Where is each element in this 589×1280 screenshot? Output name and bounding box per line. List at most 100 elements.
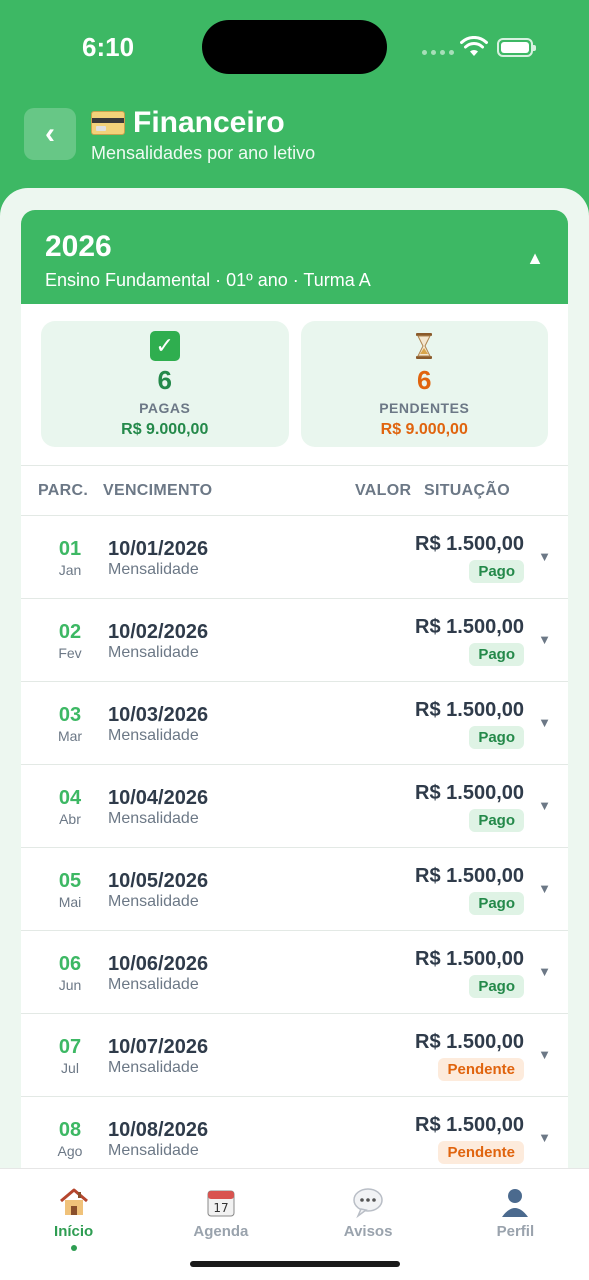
status-badge: Pendente	[438, 1058, 524, 1081]
expand-triangle-icon[interactable]: ▼	[538, 1047, 551, 1062]
due-date: 10/04/2026	[108, 787, 209, 809]
status-badge: Pago	[469, 643, 524, 666]
expand-triangle-icon[interactable]: ▼	[538, 549, 551, 564]
pending-label: PENDENTES	[379, 400, 470, 416]
calendar-icon: 17	[207, 1190, 235, 1217]
check-icon: ✓	[149, 331, 180, 361]
expand-triangle-icon[interactable]: ▼	[538, 715, 551, 730]
installment-month: Jul	[61, 1060, 79, 1076]
installment-type: Mensalidade	[108, 976, 199, 993]
installment-value: R$ 1.500,00	[415, 865, 524, 887]
status-badge: Pago	[469, 892, 524, 915]
status-badge: Pago	[469, 560, 524, 583]
due-date: 10/05/2026	[108, 870, 209, 892]
installment-type: Mensalidade	[108, 644, 199, 661]
installment-row[interactable]: 01 Jan 10/01/2026 Mensalidade R$ 1.500,00 Pag…	[21, 516, 568, 599]
installment-month: Jun	[58, 977, 82, 993]
tab-label: Agenda	[193, 1223, 249, 1240]
installment-number: 02	[58, 621, 82, 643]
tab-perfil[interactable]: Perfil	[442, 1169, 589, 1280]
installment-value: R$ 1.500,00	[415, 533, 524, 555]
installment-row[interactable]: 05 Mai 10/05/2026 Mensalidade R$ 1.500,00 Pag…	[21, 848, 568, 931]
paid-amount: R$ 9.000,00	[121, 421, 209, 438]
installment-row[interactable]: 04 Abr 10/04/2026 Mensalidade R$ 1.500,00 Pag…	[21, 765, 568, 848]
due-date: 10/03/2026	[108, 704, 209, 726]
page-title-text: Financeiro	[133, 106, 285, 139]
hourglass-icon	[416, 333, 433, 359]
due-date: 10/07/2026	[108, 1036, 209, 1058]
back-button[interactable]: ‹	[24, 108, 76, 160]
installment-value: R$ 1.500,00	[415, 782, 524, 804]
status-time: 6:10	[82, 32, 135, 62]
installment-value: R$ 1.500,00	[415, 948, 524, 970]
installments-list: 01 Jan 10/01/2026 Mensalidade R$ 1.500,00 Pag…	[21, 516, 568, 1180]
due-date: 10/06/2026	[108, 953, 209, 975]
active-tab-indicator	[70, 1245, 77, 1251]
paid-count: 6	[157, 365, 172, 395]
year-card: 2026 Ensino Fundamental · 01º ano · Turm…	[21, 210, 568, 1180]
page-subtitle: Mensalidades por ano letivo	[91, 143, 316, 163]
installment-type: Mensalidade	[108, 810, 199, 827]
installment-type: Mensalidade	[108, 727, 199, 744]
installment-value: R$ 1.500,00	[415, 699, 524, 721]
credit-card-icon	[91, 111, 125, 135]
dynamic-island	[202, 20, 387, 74]
paid-summary-card: ✓ 6 PAGAS R$ 9.000,00	[41, 321, 289, 447]
installment-number: 05	[58, 870, 82, 892]
expand-triangle-icon[interactable]: ▼	[538, 632, 551, 647]
speech-bubble-icon	[353, 1188, 383, 1219]
installment-number: 04	[58, 787, 82, 809]
installment-row[interactable]: 02 Fev 10/02/2026 Mensalidade R$ 1.500,00 Pag…	[21, 599, 568, 682]
home-indicator	[190, 1261, 400, 1267]
page-title: Financeiro	[91, 106, 285, 140]
column-header-situacao: SITUAÇÃO	[424, 482, 510, 499]
status-bar: 6:10	[0, 0, 589, 96]
status-badge: Pago	[469, 809, 524, 832]
installment-month: Ago	[57, 1143, 83, 1159]
installment-number: 06	[58, 953, 82, 975]
installment-value: R$ 1.500,00	[415, 1114, 524, 1136]
status-badge: Pago	[469, 975, 524, 998]
tab-inicio[interactable]: Início	[0, 1169, 147, 1280]
summary-section: ✓ 6 PAGAS R$ 9.000,00 6 PENDENTES R$ 9.0…	[21, 304, 568, 466]
status-badge: Pendente	[438, 1141, 524, 1164]
cellular-signal-icon	[422, 50, 454, 55]
year-title: 2026	[45, 230, 112, 263]
expand-triangle-icon[interactable]: ▼	[538, 881, 551, 896]
installment-month: Fev	[58, 645, 82, 661]
installment-row[interactable]: 03 Mar 10/03/2026 Mensalidade R$ 1.500,00 Pag…	[21, 682, 568, 765]
installment-month: Abr	[59, 811, 81, 827]
year-subtitle: Ensino Fundamental · 01º ano · Turma A	[45, 270, 371, 290]
expand-triangle-icon[interactable]: ▼	[538, 964, 551, 979]
installment-value: R$ 1.500,00	[415, 616, 524, 638]
installment-month: Mar	[57, 728, 83, 744]
status-badge: Pago	[469, 726, 524, 749]
pending-amount: R$ 9.000,00	[380, 421, 468, 438]
installment-number: 07	[58, 1036, 82, 1058]
person-icon	[502, 1189, 529, 1217]
installment-number: 08	[58, 1119, 82, 1141]
installment-type: Mensalidade	[108, 1059, 199, 1076]
collapse-triangle-icon[interactable]: ▲	[526, 248, 544, 269]
tab-label: Início	[54, 1223, 94, 1240]
pending-summary-card: 6 PENDENTES R$ 9.000,00	[300, 321, 548, 447]
column-header-valor: VALOR	[355, 482, 412, 499]
column-header-parc: PARC.	[38, 482, 89, 499]
column-header-vencimento: VENCIMENTO	[103, 482, 213, 499]
tab-label: Avisos	[343, 1223, 393, 1240]
tab-label: Perfil	[496, 1223, 535, 1240]
installment-type: Mensalidade	[108, 893, 199, 910]
expand-triangle-icon[interactable]: ▼	[538, 1130, 551, 1145]
battery-icon	[497, 38, 536, 57]
due-date: 10/02/2026	[108, 621, 209, 643]
wifi-icon	[460, 36, 488, 56]
due-date: 10/08/2026	[108, 1119, 209, 1141]
year-header[interactable]: 2026 Ensino Fundamental · 01º ano · Turm…	[21, 210, 568, 304]
expand-triangle-icon[interactable]: ▼	[538, 798, 551, 813]
due-date: 10/01/2026	[108, 538, 209, 560]
house-icon	[59, 1188, 88, 1215]
table-header: PARC. VENCIMENTO VALOR SITUAÇÃO	[21, 466, 568, 516]
installment-row[interactable]: 06 Jun 10/06/2026 Mensalidade R$ 1.500,00 Pag…	[21, 931, 568, 1014]
svg-text:17: 17	[213, 1201, 228, 1215]
installment-row[interactable]: 07 Jul 10/07/2026 Mensalidade R$ 1.500,00 Pen…	[21, 1014, 568, 1097]
